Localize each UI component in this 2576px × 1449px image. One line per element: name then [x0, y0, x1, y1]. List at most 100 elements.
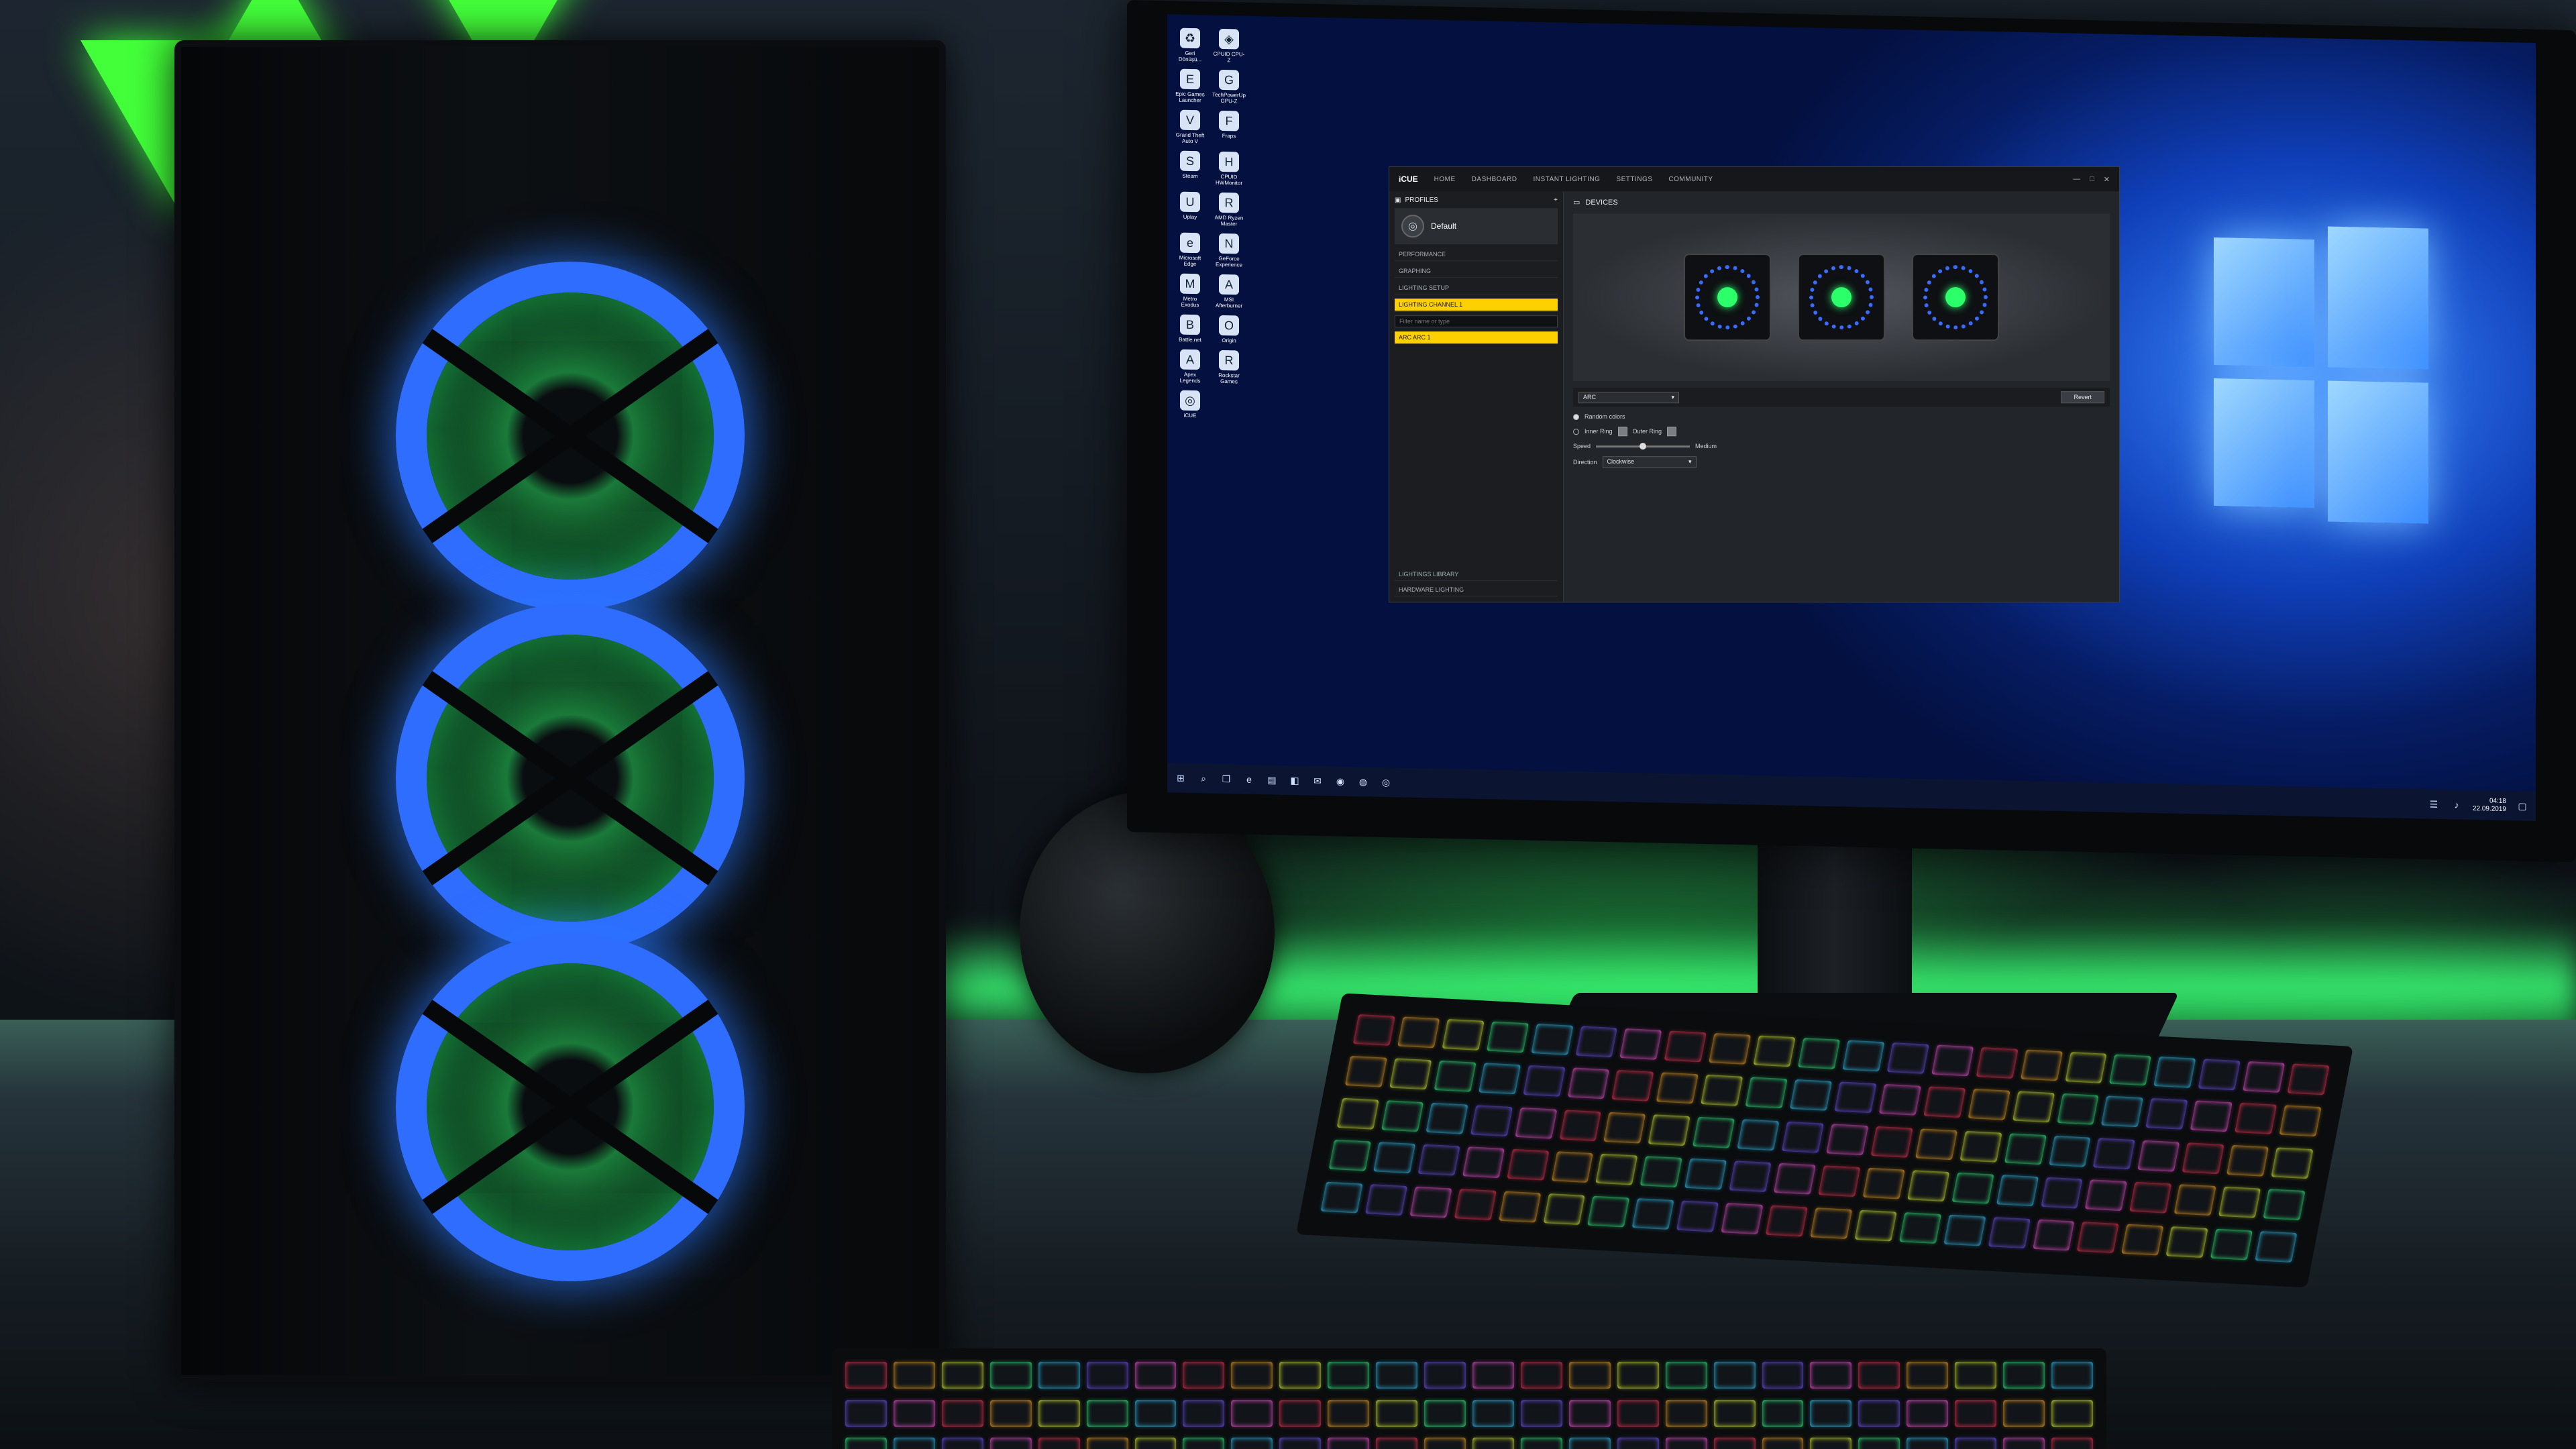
keyboard-key [1907, 1399, 1949, 1427]
mail-icon[interactable]: ✉ [1311, 774, 1324, 788]
keyboard-key [1328, 1399, 1370, 1427]
menu-hardware-lighting[interactable]: HARDWARE LIGHTING [1395, 584, 1558, 597]
nav-home[interactable]: HOME [1434, 176, 1456, 183]
notifications-icon[interactable]: ▢ [2516, 799, 2529, 812]
effect-select[interactable]: ARC ▾ [1578, 391, 1679, 403]
keyboard-key [1134, 1362, 1177, 1389]
nav-community[interactable]: COMMUNITY [1668, 176, 1713, 183]
keyboard-key [1762, 1399, 1804, 1427]
desktop-shortcut[interactable]: N GeForce Experience [1213, 233, 1245, 268]
desktop-shortcut[interactable]: O Origin [1213, 315, 1245, 344]
speed-slider[interactable] [1596, 442, 1690, 449]
keyboard-key [1665, 1362, 1707, 1389]
desktop-shortcut[interactable]: B Battle.net [1174, 314, 1206, 343]
desktop-shortcut[interactable]: G TechPowerUp GPU-Z [1212, 69, 1246, 105]
outer-ring-swatch[interactable] [1667, 427, 1677, 437]
desktop-shortcut[interactable]: H CPUID HWMonitor [1213, 151, 1245, 186]
ring-colors-radio[interactable] [1573, 428, 1579, 435]
nav-settings[interactable]: SETTINGS [1616, 176, 1652, 183]
store-icon[interactable]: ◧ [1288, 773, 1301, 787]
keyboard-key [989, 1362, 1032, 1389]
keyboard-key [1923, 1086, 1966, 1118]
origin-icon[interactable]: ◉ [1334, 774, 1347, 788]
steam-icon[interactable]: ◍ [1356, 775, 1370, 788]
keyboard-key [893, 1438, 935, 1449]
metro-icon: M [1180, 273, 1200, 294]
windows-start-icon[interactable]: ⊞ [1174, 771, 1187, 784]
maximize-button[interactable]: □ [2090, 175, 2094, 184]
desktop-shortcut[interactable]: V Grand Theft Auto V [1174, 109, 1206, 144]
menu-lighting-setup[interactable]: LIGHTING SETUP [1395, 282, 1558, 295]
desktop-shortcut[interactable]: F Fraps [1213, 110, 1245, 146]
keyboard-key [1640, 1156, 1682, 1188]
keyboard-key [2121, 1224, 2164, 1256]
keyboard-key [1810, 1438, 1852, 1449]
desktop-shortcut[interactable]: ◈ CPUID CPU-Z [1213, 28, 1245, 64]
nav-instant-lighting[interactable]: INSTANT LIGHTING [1534, 176, 1601, 183]
menu-graphing[interactable]: GRAPHING [1395, 265, 1558, 278]
desktop-shortcut[interactable]: U Uplay [1174, 191, 1206, 226]
fan-device-tile[interactable] [1798, 254, 1885, 341]
desktop-shortcut-label: CPUID HWMonitor [1215, 173, 1242, 186]
keyboard-key [893, 1399, 935, 1427]
desktop-shortcut[interactable]: M Metro Exodus [1174, 273, 1206, 308]
keyboard-key [1684, 1158, 1727, 1190]
desktop-shortcut[interactable]: E Epic Games Launcher [1174, 68, 1206, 103]
keyboard-key [1676, 1200, 1719, 1232]
speed-row: Speed Medium [1573, 442, 2110, 450]
keyboard-key [1551, 1151, 1594, 1183]
keyboard-key [1365, 1183, 1407, 1216]
direction-select[interactable]: Clockwise ▾ [1602, 456, 1697, 468]
fan-device-tile[interactable] [1684, 254, 1771, 341]
desktop-shortcut[interactable]: R Rockstar Games [1213, 350, 1245, 385]
desktop-shortcut[interactable]: ◎ iCUE [1174, 390, 1206, 419]
taskbar-clock[interactable]: 04:18 22.09.2019 [2473, 797, 2506, 814]
keyboard-key [1520, 1362, 1562, 1389]
menu-lightings-library[interactable]: LIGHTINGS LIBRARY [1395, 568, 1558, 582]
speed-slider-knob[interactable] [1640, 442, 1647, 449]
desktop-shortcut[interactable]: e Microsoft Edge [1174, 232, 1206, 267]
keyboard-key [941, 1362, 983, 1389]
keyboard-key [1038, 1438, 1080, 1449]
keyboard-key [1376, 1399, 1418, 1427]
search-icon[interactable]: ⌕ [1197, 771, 1210, 785]
random-colors-radio[interactable] [1573, 413, 1579, 420]
add-profile-icon[interactable]: + [1554, 197, 1558, 204]
keyboard-key [1617, 1362, 1659, 1389]
keyboard-key [2255, 1230, 2298, 1263]
keyboard-key [2182, 1142, 2224, 1174]
menu-lighting-channel-1[interactable]: LIGHTING CHANNEL 1 [1395, 299, 1558, 312]
icue-icon[interactable]: ◎ [1379, 775, 1393, 789]
desktop-shortcut[interactable]: R AMD Ryzen Master [1213, 192, 1245, 227]
minimize-button[interactable]: — [2073, 175, 2080, 184]
inner-ring-swatch[interactable] [1617, 427, 1627, 437]
filter-input[interactable] [1395, 315, 1558, 328]
close-button[interactable]: ✕ [2104, 175, 2110, 184]
folder-icon[interactable]: ▤ [1265, 773, 1279, 786]
keyboard-key [1568, 1399, 1611, 1427]
desktop-shortcut[interactable]: ♻ Geri Dönüşü... [1174, 28, 1206, 62]
task-view-icon[interactable]: ❐ [1220, 772, 1233, 786]
profile-card[interactable]: ◎ Default [1395, 208, 1558, 245]
effect-list-item[interactable]: ARC ARC 1 [1395, 331, 1558, 344]
keyboard-key [2226, 1144, 2269, 1177]
menu-performance[interactable]: PERFORMANCE [1395, 248, 1558, 262]
nav-dashboard[interactable]: DASHBOARD [1472, 176, 1517, 183]
revert-button[interactable]: Revert [2061, 391, 2104, 404]
keyboard-key [1729, 1161, 1772, 1193]
keyboard-key [1381, 1100, 1424, 1132]
desktop-shortcut[interactable]: S Steam [1174, 150, 1206, 185]
volume-icon[interactable]: ♪ [2450, 798, 2463, 811]
keyboard-key [1648, 1114, 1690, 1146]
ring-colors-option[interactable]: Inner Ring Outer Ring [1573, 427, 2110, 437]
network-icon[interactable]: ☰ [2427, 798, 2440, 811]
speed-value: Medium [1695, 443, 1717, 450]
desktop-shortcut-label: AMD Ryzen Master [1214, 214, 1244, 227]
icue-sidebar: ▣ PROFILES + ◎ Default PERFORMANCE GRAPH… [1389, 191, 1564, 602]
desktop-shortcut[interactable]: A MSI Afterburner [1213, 274, 1245, 309]
edge-icon[interactable]: e [1242, 773, 1256, 786]
desktop-shortcut[interactable]: A Apex Legends [1174, 349, 1206, 384]
random-colors-option[interactable]: Random colors [1573, 413, 2110, 420]
keyboard-key [2190, 1100, 2233, 1132]
fan-device-tile[interactable] [1912, 254, 1999, 341]
